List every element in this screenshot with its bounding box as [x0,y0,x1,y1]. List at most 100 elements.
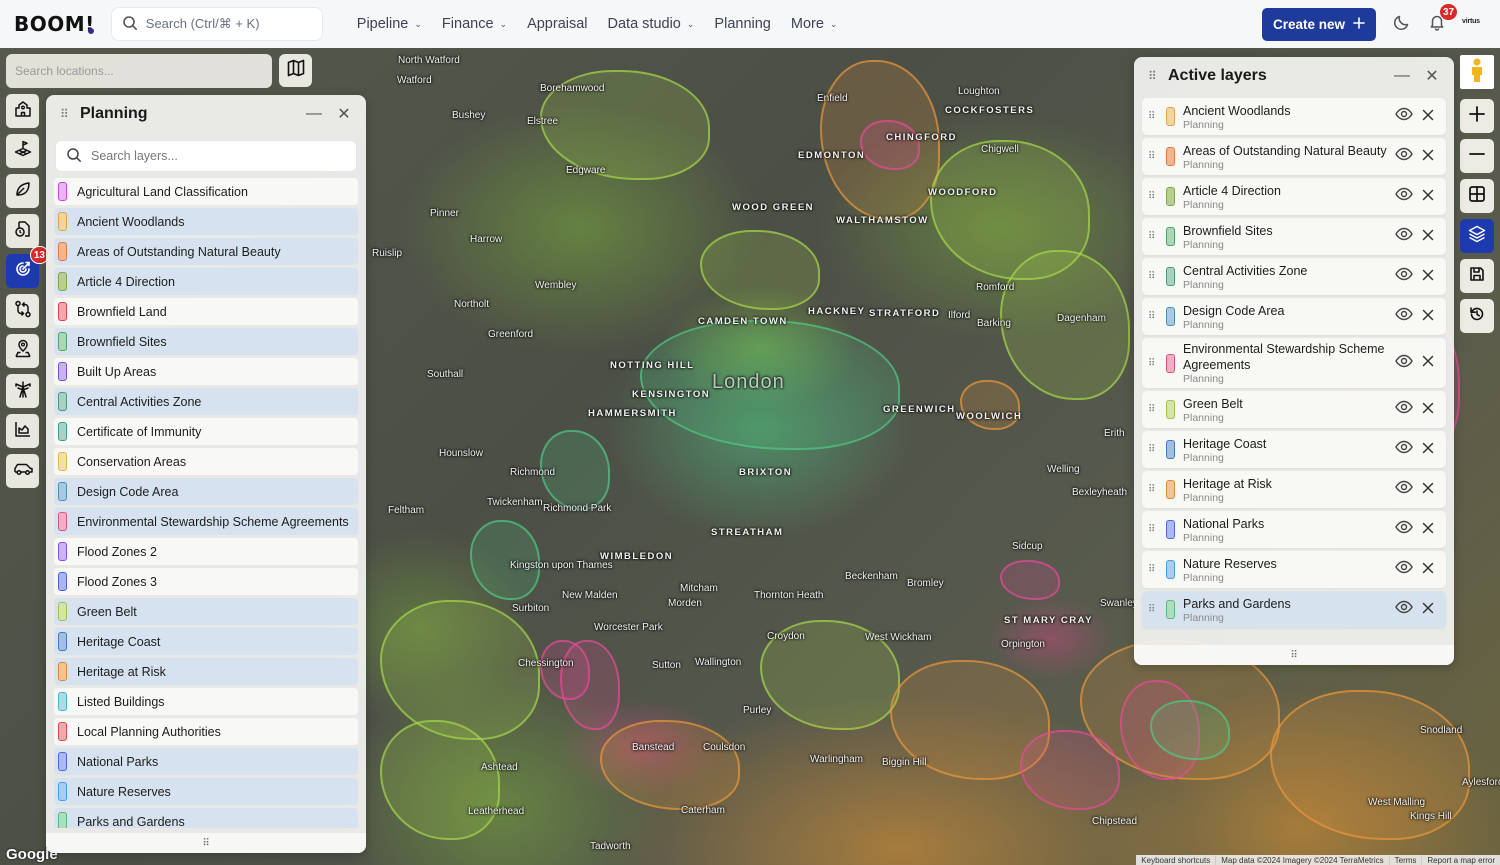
active-layer-item[interactable]: ⠿ Ancient Woodlands Planning [1142,98,1446,135]
active-layer-item[interactable]: ⠿ Heritage at Risk Planning [1142,471,1446,508]
terms-link[interactable]: Terms [1390,855,1423,865]
planning-layer-item[interactable]: Areas of Outstanding Natural Beauty [54,238,358,265]
toggle-visibility-button[interactable] [1394,520,1414,540]
active-layer-item[interactable]: ⠿ Central Activities Zone Planning [1142,258,1446,295]
remove-layer-button[interactable] [1418,187,1438,207]
active-layer-item[interactable]: ⠿ Design Code Area Planning [1142,298,1446,335]
minimize-panel-button[interactable]: — [1392,66,1412,86]
panel-resize-handle[interactable]: ⠿ [1134,645,1454,665]
planning-layer-item[interactable]: Heritage at Risk [54,658,358,685]
toggle-visibility-button[interactable] [1394,147,1414,167]
drag-handle-icon[interactable]: ⠿ [1148,151,1160,162]
toggle-visibility-button[interactable] [1394,187,1414,207]
planning-layer-item[interactable]: Local Planning Authorities [54,718,358,745]
planning-layer-item[interactable]: Design Code Area [54,478,358,505]
panel-resize-handle[interactable]: ⠿ [46,833,366,853]
nav-finance[interactable]: Finance ⌄ [432,16,517,32]
toggle-visibility-button[interactable] [1394,307,1414,327]
remove-layer-button[interactable] [1418,307,1438,327]
zoom-out-button[interactable] [1460,139,1494,173]
planning-layer-item[interactable]: Certificate of Immunity [54,418,358,445]
remove-layer-button[interactable] [1418,400,1438,420]
planning-layer-item[interactable]: Agricultural Land Classification [54,178,358,205]
drag-handle-icon[interactable]: ⠿ [1148,191,1160,202]
boom-logo[interactable]: BOOM! [14,12,95,36]
save-view-button[interactable] [1460,259,1494,293]
toggle-visibility-button[interactable] [1394,400,1414,420]
drag-handle-icon[interactable]: ⠿ [1148,564,1160,575]
tool-transport-button[interactable] [6,454,39,488]
drag-handle-icon[interactable]: ⠿ [1148,404,1160,415]
drag-handle-icon[interactable]: ⠿ [1148,271,1160,282]
planning-layer-item[interactable]: Central Activities Zone [54,388,358,415]
drag-handle-icon[interactable]: ⠿ [1148,111,1160,122]
tool-documents-button[interactable] [6,214,39,248]
close-panel-button[interactable]: ✕ [1422,66,1442,86]
nav-pipeline[interactable]: Pipeline ⌄ [347,16,432,32]
active-layer-item[interactable]: ⠿ Parks and Gardens Planning [1142,591,1446,628]
remove-layer-button[interactable] [1418,440,1438,460]
active-layer-item[interactable]: ⠿ Areas of Outstanding Natural Beauty Plan… [1142,138,1446,175]
planning-layer-item[interactable]: Parks and Gardens [54,808,358,828]
planning-layer-item[interactable]: Heritage Coast [54,628,358,655]
toggle-visibility-button[interactable] [1394,227,1414,247]
planning-layer-item[interactable]: Brownfield Land [54,298,358,325]
drag-handle-icon[interactable]: ⠿ [1148,604,1160,615]
remove-layer-button[interactable] [1418,147,1438,167]
nav-planning[interactable]: Planning [704,16,780,32]
nav-more[interactable]: More ⌄ [781,16,848,32]
tool-utilities-button[interactable] [6,374,39,408]
tool-location-user-button[interactable] [6,334,39,368]
active-layer-item[interactable]: ⠿ Environmental Stewardship Scheme Agreem… [1142,338,1446,388]
dark-mode-toggle[interactable] [1390,12,1414,36]
remove-layer-button[interactable] [1418,480,1438,500]
grid-view-button[interactable] [1460,179,1494,213]
active-layer-item[interactable]: ⠿ Heritage Coast Planning [1142,431,1446,468]
drag-handle-icon[interactable]: ⠿ [1148,484,1160,495]
remove-layer-button[interactable] [1418,520,1438,540]
search-layers-input[interactable]: Search layers... [55,140,357,172]
drag-handle-icon[interactable]: ⠿ [1148,70,1160,82]
planning-layer-item[interactable]: Green Belt [54,598,358,625]
tool-sites-button[interactable] [6,94,39,128]
remove-layer-button[interactable] [1418,107,1438,127]
layers-button[interactable] [1460,219,1494,253]
active-layer-item[interactable]: ⠿ Nature Reserves Planning [1142,551,1446,588]
active-layer-item[interactable]: ⠿ Brownfield Sites Planning [1142,218,1446,255]
planning-layer-item[interactable]: Built Up Areas [54,358,358,385]
close-panel-button[interactable]: ✕ [334,104,354,124]
drag-handle-icon[interactable]: ⠿ [1148,524,1160,535]
toggle-visibility-button[interactable] [1394,560,1414,580]
location-search-input[interactable]: Search locations... [6,54,272,88]
toggle-visibility-button[interactable] [1394,600,1414,620]
toggle-visibility-button[interactable] [1394,107,1414,127]
planning-layer-item[interactable]: Environmental Stewardship Scheme Agreeme… [54,508,358,535]
report-map-error-link[interactable]: Report a map error [1422,856,1500,865]
nav-appraisal[interactable]: Appraisal [517,16,597,32]
planning-layer-item[interactable]: Nature Reserves [54,778,358,805]
planning-layer-item[interactable]: Conservation Areas [54,448,358,475]
toggle-visibility-button[interactable] [1394,353,1414,373]
remove-layer-button[interactable] [1418,353,1438,373]
map-type-toggle[interactable] [279,54,312,87]
planning-layer-item[interactable]: Brownfield Sites [54,328,358,355]
global-search-input[interactable]: Search (Ctrl/⌘ + K) [110,7,323,41]
drag-handle-icon[interactable]: ⠿ [1148,444,1160,455]
drag-handle-icon[interactable]: ⠿ [1148,358,1160,369]
remove-layer-button[interactable] [1418,227,1438,247]
remove-layer-button[interactable] [1418,600,1438,620]
drag-handle-icon[interactable]: ⠿ [1148,231,1160,242]
toggle-visibility-button[interactable] [1394,440,1414,460]
drag-handle-icon[interactable]: ⠿ [60,108,72,120]
minimize-panel-button[interactable]: — [304,104,324,124]
account-logo[interactable]: virtus [1462,18,1480,25]
planning-layer-item[interactable]: Flood Zones 2 [54,538,358,565]
create-new-button[interactable]: Create new [1262,8,1376,41]
active-layer-item[interactable]: ⠿ Article 4 Direction Planning [1142,178,1446,215]
planning-layer-item[interactable]: Listed Buildings [54,688,358,715]
keyboard-shortcuts-link[interactable]: Keyboard shortcuts [1136,855,1217,865]
street-view-pegman[interactable] [1460,55,1494,89]
remove-layer-button[interactable] [1418,560,1438,580]
active-layer-item[interactable]: ⠿ National Parks Planning [1142,511,1446,548]
tool-compare-button[interactable] [6,294,39,328]
